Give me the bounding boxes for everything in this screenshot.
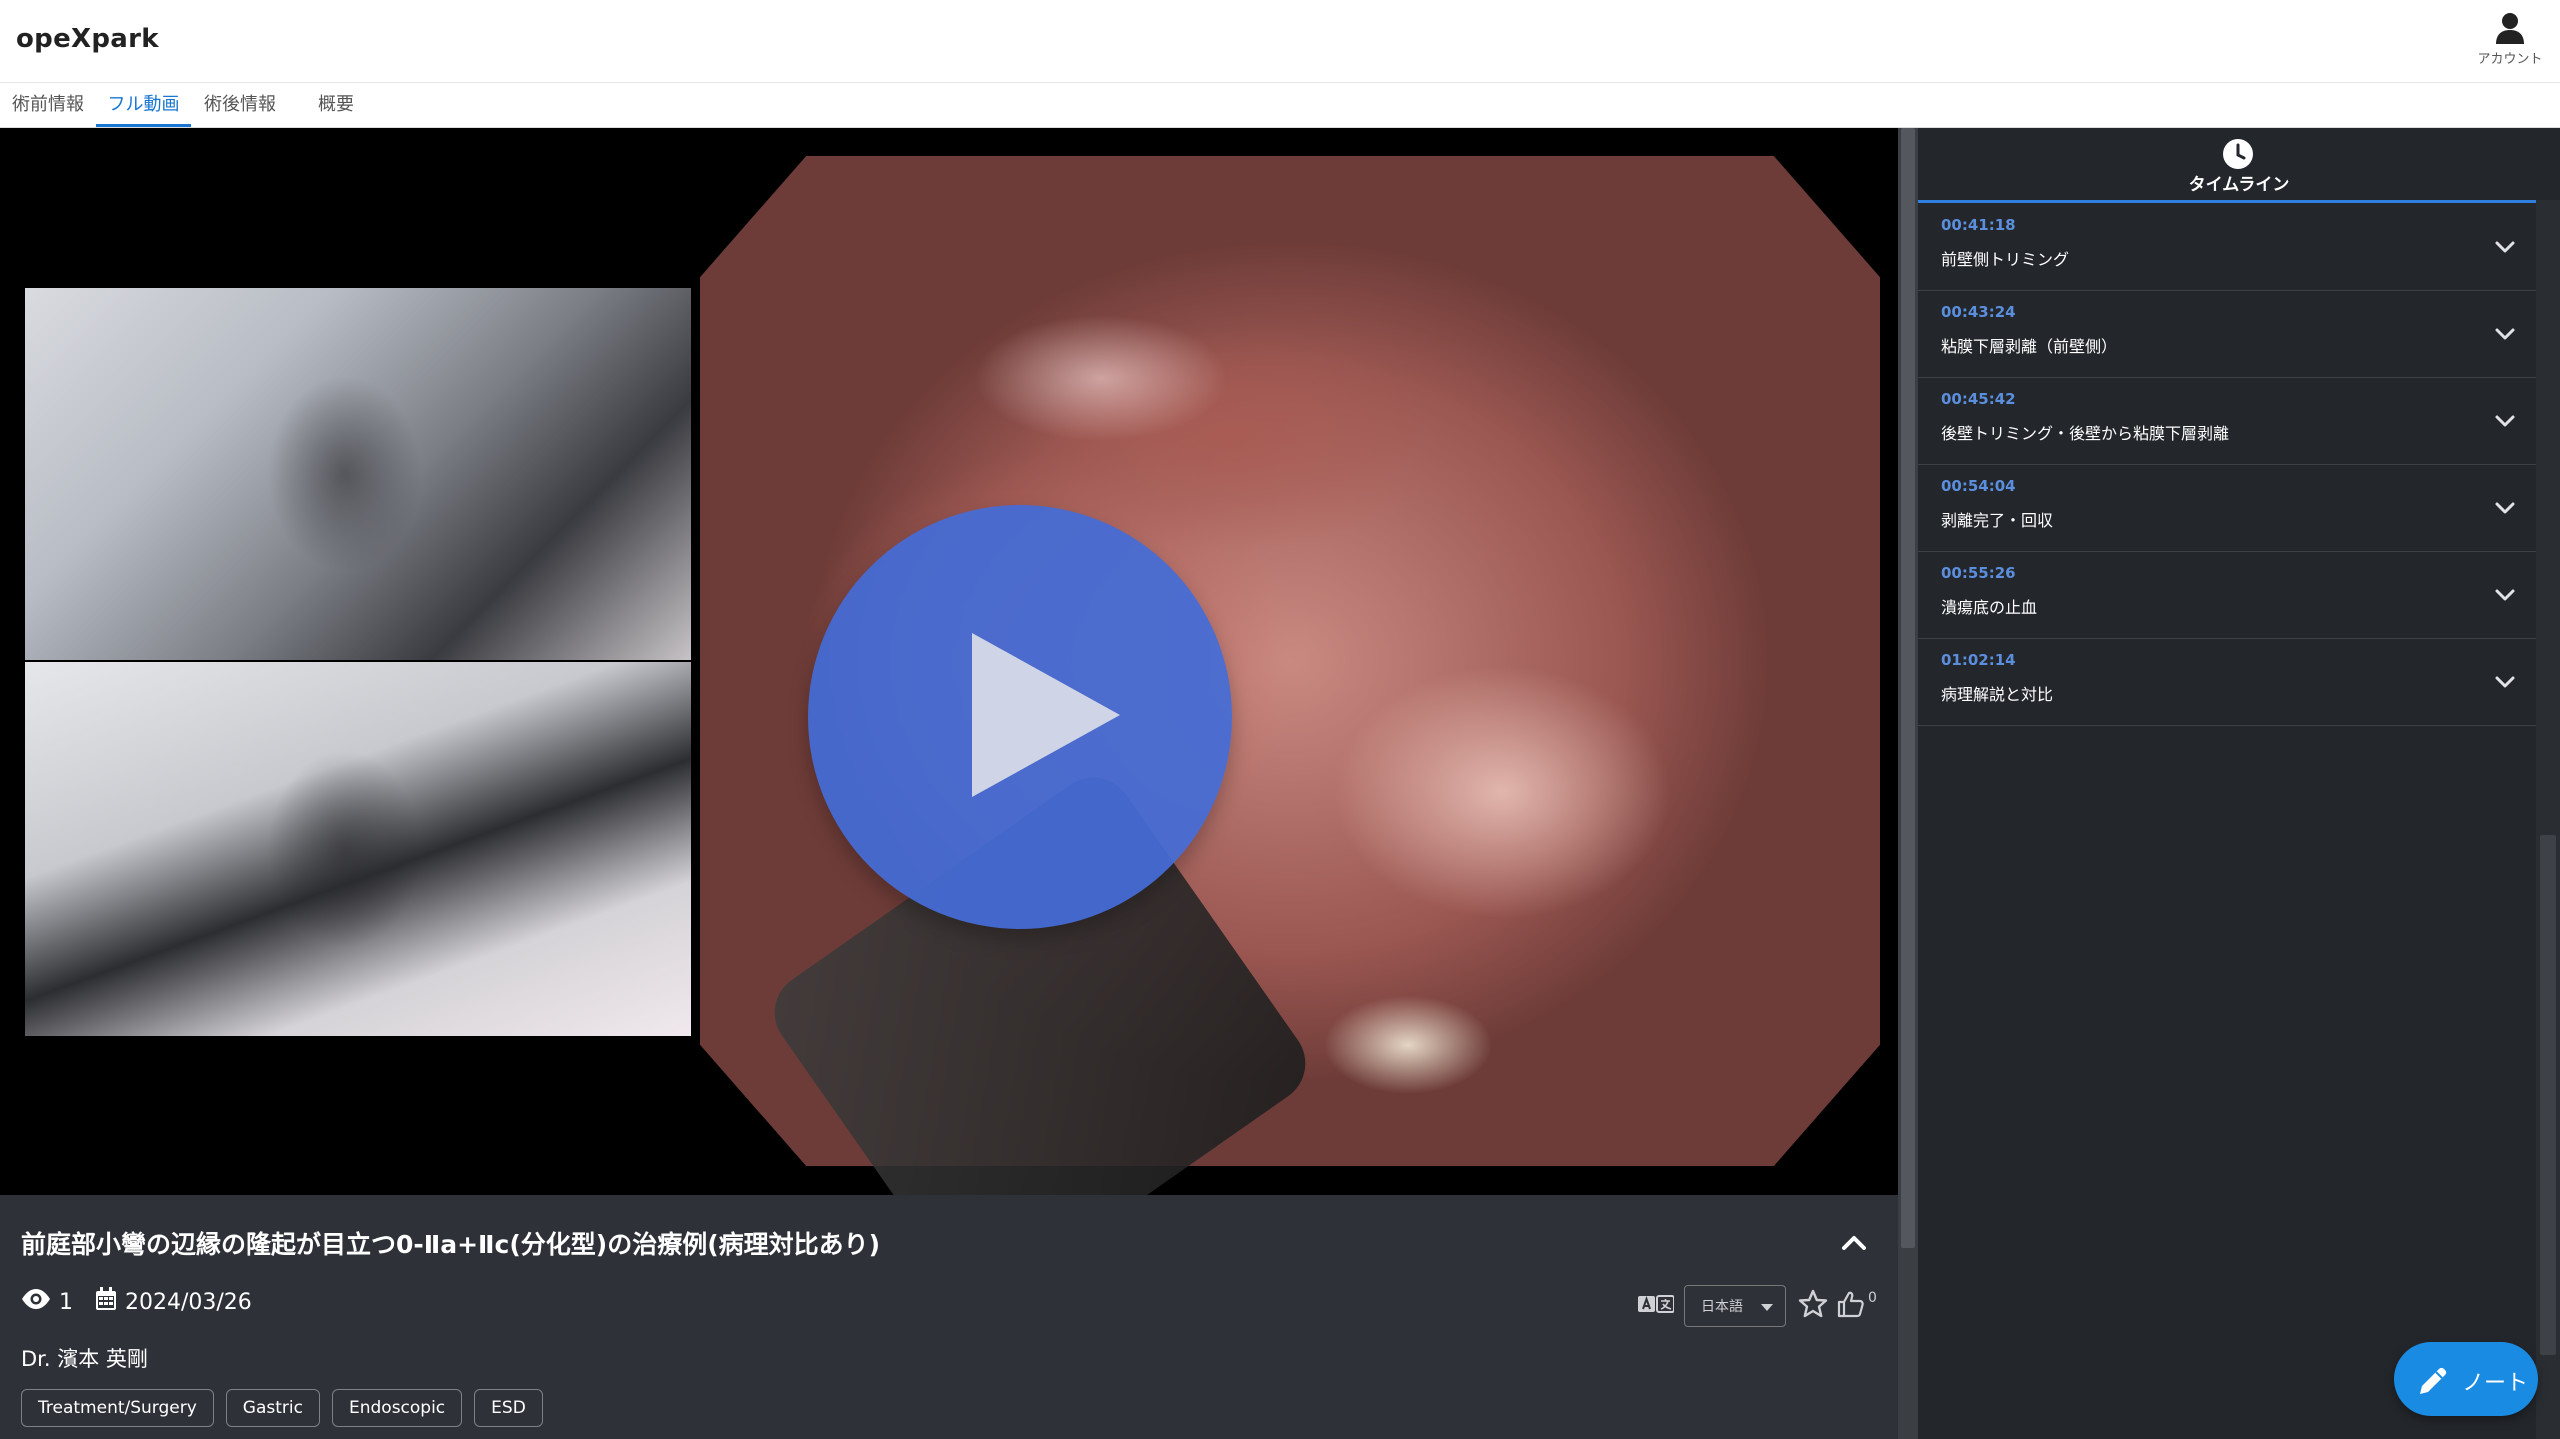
language-select[interactable]: 日本語 bbox=[1684, 1285, 1786, 1327]
timeline-item[interactable]: 00:41:18 前壁側トリミング bbox=[1918, 204, 2536, 291]
timeline-sidebar: タイムライン 00:41:18 前壁側トリミング 00:43:24 粘膜下層剥離… bbox=[1918, 128, 2560, 1439]
play-button[interactable] bbox=[808, 505, 1232, 929]
tag-gastric[interactable]: Gastric bbox=[225, 1389, 320, 1427]
star-icon[interactable] bbox=[1798, 1289, 1828, 1323]
tab-bar: 術前情報 フル動画 術後情報 概要 bbox=[0, 84, 2560, 128]
chevron-down-icon[interactable] bbox=[2492, 582, 2518, 612]
video-title: 前庭部小彎の辺縁の隆起が目立つ0-Ⅱa+Ⅱc(分化型)の治療例(病理対比あり) bbox=[21, 1230, 881, 1259]
tab-postop-info[interactable]: 術後情報 bbox=[196, 84, 284, 124]
timeline-item-time: 01:02:14 bbox=[1941, 651, 2016, 669]
page-scrollbar-thumb[interactable] bbox=[1901, 128, 1915, 1248]
user-icon bbox=[2474, 12, 2546, 44]
app-logo[interactable]: opeXpark bbox=[16, 24, 159, 54]
tag-treatment-surgery[interactable]: Treatment/Surgery bbox=[21, 1389, 214, 1427]
publish-date: 2024/03/26 bbox=[125, 1289, 252, 1315]
timeline-item[interactable]: 00:43:24 粘膜下層剥離（前壁側） bbox=[1918, 291, 2536, 378]
timeline-item-time: 00:43:24 bbox=[1941, 303, 2016, 321]
timeline-item-time: 00:41:18 bbox=[1941, 216, 2016, 234]
page-scrollbar[interactable] bbox=[1898, 128, 1918, 1439]
timeline-scrollbar-thumb[interactable] bbox=[2540, 835, 2556, 1355]
chevron-down-icon bbox=[1761, 1304, 1773, 1311]
collapse-button[interactable] bbox=[1836, 1225, 1872, 1261]
chevron-up-icon bbox=[1836, 1236, 1872, 1265]
timeline-scrollbar[interactable] bbox=[2536, 200, 2560, 1439]
chevron-down-icon[interactable] bbox=[2492, 321, 2518, 351]
timeline-item-time: 00:55:26 bbox=[1941, 564, 2016, 582]
timeline-title: タイムライン bbox=[2188, 175, 2290, 195]
timeline-item-label: 剥離完了・回収 bbox=[1941, 511, 2054, 530]
timeline-item[interactable]: 00:54:04 剥離完了・回収 bbox=[1918, 465, 2536, 552]
chevron-down-icon[interactable] bbox=[2492, 495, 2518, 525]
account-label: アカウント bbox=[2477, 52, 2543, 67]
timeline-item-time: 00:45:42 bbox=[1941, 390, 2016, 408]
timeline-item-label: 前壁側トリミング bbox=[1941, 250, 2070, 269]
timeline-list: 00:41:18 前壁側トリミング 00:43:24 粘膜下層剥離（前壁側） 0… bbox=[1918, 204, 2536, 726]
tag-endoscopic[interactable]: Endoscopic bbox=[331, 1389, 463, 1427]
thumbs-up-icon[interactable] bbox=[1836, 1290, 1864, 1322]
timeline-item-label: 粘膜下層剥離（前壁側） bbox=[1941, 337, 2118, 356]
timeline-item[interactable]: 00:45:42 後壁トリミング・後壁から粘膜下層剥離 bbox=[1918, 378, 2536, 465]
like-count: 0 bbox=[1868, 1290, 1877, 1306]
chevron-down-icon[interactable] bbox=[2492, 234, 2518, 264]
tab-preop-info[interactable]: 術前情報 bbox=[6, 84, 90, 124]
chevron-down-icon[interactable] bbox=[2492, 408, 2518, 438]
timeline-item-label: 後壁トリミング・後壁から粘膜下層剥離 bbox=[1941, 424, 2230, 443]
video-info-panel: 前庭部小彎の辺縁の隆起が目立つ0-Ⅱa+Ⅱc(分化型)の治療例(病理対比あり) … bbox=[0, 1195, 1898, 1439]
eye-icon bbox=[21, 1288, 51, 1316]
video-player[interactable] bbox=[0, 128, 1898, 1195]
timeline-item[interactable]: 00:55:26 潰瘍底の止血 bbox=[1918, 552, 2536, 639]
video-controls: 日本語 0 bbox=[1638, 1285, 1877, 1327]
tab-overview[interactable]: 概要 bbox=[306, 84, 366, 124]
view-count: 1 bbox=[59, 1289, 73, 1315]
calendar-icon bbox=[95, 1287, 117, 1317]
timeline-tab[interactable]: タイムライン bbox=[1918, 128, 2560, 203]
note-button-label: ノート bbox=[2462, 1371, 2529, 1396]
note-button[interactable]: ノート bbox=[2394, 1342, 2538, 1416]
doctor-name: Dr. 濱本 英剛 bbox=[21, 1347, 148, 1371]
translate-icon[interactable] bbox=[1638, 1293, 1675, 1319]
tag-list: Treatment/Surgery Gastric Endoscopic ESD bbox=[21, 1389, 543, 1427]
timeline-item-time: 00:54:04 bbox=[1941, 477, 2016, 495]
language-select-value: 日本語 bbox=[1701, 1299, 1743, 1315]
timeline-item-label: 病理解説と対比 bbox=[1941, 685, 2054, 704]
video-meta: 1 2024/03/26 bbox=[21, 1287, 252, 1317]
account-button[interactable]: アカウント bbox=[2474, 12, 2546, 67]
chevron-down-icon[interactable] bbox=[2492, 669, 2518, 699]
tag-esd[interactable]: ESD bbox=[474, 1389, 543, 1427]
operating-room-camera-bottom bbox=[25, 662, 691, 1036]
app-header: opeXpark アカウント bbox=[0, 0, 2560, 83]
timeline-item[interactable]: 01:02:14 病理解説と対比 bbox=[1918, 639, 2536, 726]
operating-room-camera-top bbox=[25, 288, 691, 660]
timeline-item-label: 潰瘍底の止血 bbox=[1941, 598, 2038, 617]
tab-full-video[interactable]: フル動画 bbox=[96, 84, 191, 127]
